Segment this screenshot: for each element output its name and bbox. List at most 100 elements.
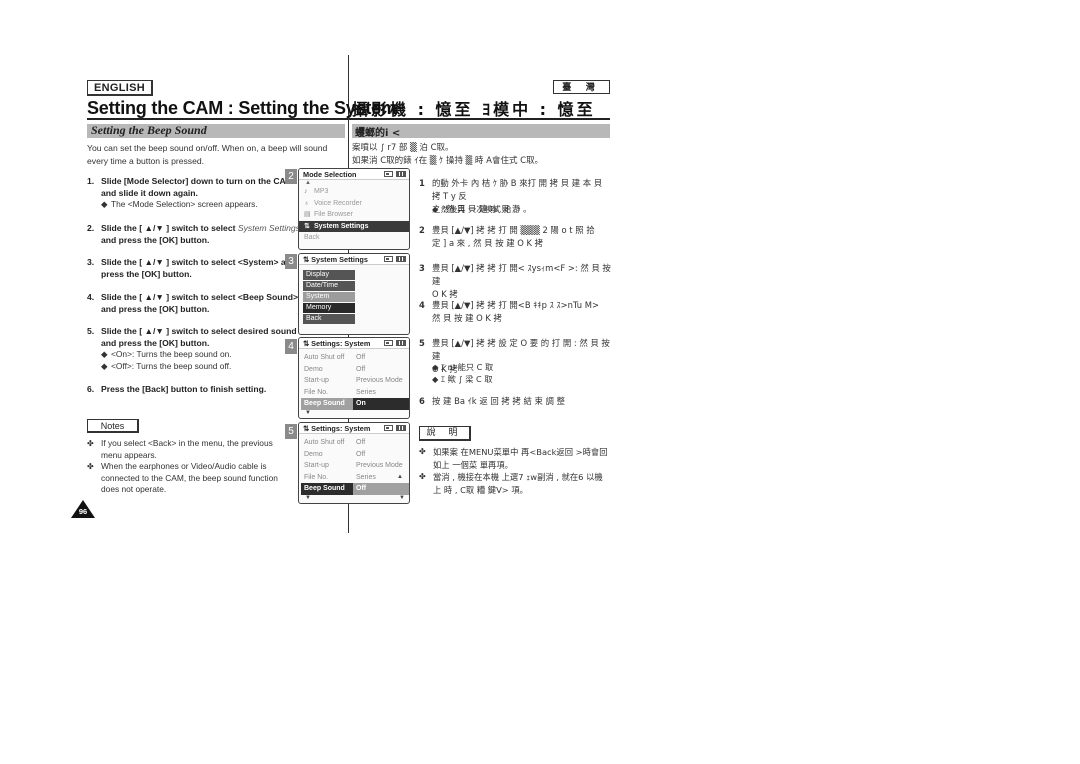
step-5-bullet-off-chinese: ◆ ｴ 歟 ∫ 梁 C 取 (432, 374, 493, 384)
step-text: Press the [Back] button to finish settin… (101, 384, 267, 394)
step-text: Slide the [ ▲/▼ ] switch to select Syste… (101, 223, 300, 245)
step-3-chinese: 3 豊貝 [▲/▼] 拷 拷 打 開< ｽysｨm<F >: 然 貝 按 建 O… (419, 263, 611, 299)
diamond-bullet-icon: ◆ (432, 362, 441, 372)
step-2-chinese: 2 豊貝 [▲/▼] 拷 拷 打 開 ▒▒▒ 2 陽 o t 照 拾 定 ] a… (419, 225, 595, 248)
clover-bullet-icon: ✤ (419, 472, 426, 481)
screen-number-badge: 5 (285, 424, 297, 439)
notes-list: ✤ If you select <Back> in the menu, the p… (87, 438, 287, 496)
screen-header: ⇅ System Settings (299, 254, 409, 265)
notes-label: Notes (87, 419, 139, 433)
screen-title: Settings: System (311, 339, 371, 348)
notes-label-chinese: 說 明 (419, 426, 471, 441)
step-1-bullet: ◆ The <Mode Selection> screen appears. (101, 199, 258, 209)
step-5-bullet-on-chinese: ◆ ｴ nl 能只 C 取 (432, 362, 494, 372)
setting-row-start-up: Start-up Previous Mode (304, 377, 403, 384)
note-item: ✤ When the earphones or Video/Audio cable… (87, 461, 278, 494)
memory-card-icon (384, 171, 393, 177)
notes-list-chinese: ✤ 如果案 在MENU菜單中 再<Back返回 >時會回 如上 一個菜 單再項｡ … (419, 446, 611, 496)
step-6-chinese: 6 按 建 Ba ｲk 返 回 拷 拷 結 束 調 整 (419, 396, 565, 406)
section-heading-chinese: 蠼螂的i < (352, 124, 610, 139)
title-rule (87, 118, 348, 120)
step-number: 1. (87, 176, 95, 186)
page-number: 96 (78, 507, 88, 516)
menu-item-system-settings: ⇅ System Settings (299, 220, 409, 232)
step-number: 2. (87, 223, 95, 233)
clover-bullet-icon: ✤ (87, 462, 94, 471)
music-note-icon: ♪ (304, 188, 308, 195)
setting-row-start-up: Start-up Previous Mode (304, 462, 403, 469)
step-number: 3. (87, 257, 95, 267)
intro-paragraph: You can set the beep sound on/off. When … (87, 143, 328, 166)
device-screen-settings-system-off: ⇅ Settings: System Auto Shut off Off Demo… (298, 422, 410, 504)
step-text: Slide the [ ▲/▼ ] switch to select <Beep… (101, 292, 299, 314)
diamond-bullet-icon: ◆ (101, 349, 108, 359)
section-title: Setting the Beep Sound (91, 123, 207, 137)
title-rule (349, 118, 610, 120)
memory-card-icon (384, 340, 393, 346)
screen-title: Mode Selection (303, 170, 357, 179)
battery-icon (396, 256, 406, 262)
menu-item-file-browser: ▤ File Browser (299, 209, 409, 221)
battery-icon (396, 425, 406, 431)
setting-row-file-no: File No. Series ▲ (299, 472, 409, 484)
setting-row-file-no: File No. Series (304, 388, 376, 396)
memory-card-icon (384, 256, 393, 262)
diamond-bullet-icon: ◆ (101, 361, 108, 371)
menu-item-memory: Memory (303, 303, 355, 313)
menu-item-back: Back (304, 234, 320, 241)
settings-icon: ⇅ (304, 222, 310, 230)
screen-header: ⇅ Settings: System (299, 338, 409, 349)
screen-header: Mode Selection (299, 169, 409, 180)
step-1-bullet-chinese: ◆ 然後再 一次模式 拾 (432, 204, 512, 214)
step-5-bullet-on: ◆ <On>: Turns the beep sound on. (101, 349, 232, 359)
step-number: 5. (87, 326, 95, 336)
settings-icon: ⇅ (303, 424, 312, 433)
scroll-up-icon: ▲ (397, 473, 403, 480)
scroll-down-icon: ▼ (305, 409, 311, 416)
diamond-bullet-icon: ◆ (432, 374, 441, 384)
screen-number-badge: 2 (285, 169, 297, 184)
page-title: Setting the CAM : Setting the System (87, 98, 397, 118)
page-title-chinese: 攝影機 : 憶至 ﾖ模中 : 憶至 (352, 100, 596, 119)
screen-number-badge: 4 (285, 339, 297, 354)
device-screen-mode-selection: Mode Selection ▲ ♪ MP3 ♁ Voice Recorder ▤ F… (298, 168, 410, 250)
section-title-chinese: 蠼螂的i < (355, 128, 401, 139)
screen-title: Settings: System (311, 424, 371, 433)
menu-item-display: Display (303, 270, 355, 280)
screen-title: System Settings (311, 255, 368, 264)
note-item: ✤ 當消 , 機接在本機 上選7 ｪw副消 , 就在6 以機 上 時 , C取 糟… (419, 472, 603, 495)
note-item: ✤ 如果案 在MENU菜單中 再<Back返回 >時會回 如上 一個菜 單再項｡ (419, 447, 608, 470)
step-5-bullet-off: ◆ <Off>: Turns the beep sound off. (101, 361, 232, 371)
menu-item-voice-recorder: ♁ Voice Recorder (299, 198, 409, 210)
menu-item-back: Back (303, 314, 355, 324)
step-text: Slide the [ ▲/▼ ] switch to select <Syst… (101, 257, 297, 279)
clover-bullet-icon: ✤ (419, 447, 426, 456)
settings-icon: ⇅ (303, 339, 312, 348)
step-text: Slide [Mode Selector] down to turn on th… (101, 176, 293, 198)
menu-item-system: System (303, 292, 355, 302)
language-tag-taiwan: 臺 灣 (553, 80, 610, 94)
setting-row-demo: Demo Off (304, 365, 366, 373)
screen-header: ⇅ Settings: System (299, 423, 409, 434)
device-screen-system-settings: ⇅ System Settings Display Date/Time Syst… (298, 253, 410, 335)
note-item: ✤ If you select <Back> in the menu, the p… (87, 438, 273, 460)
clover-bullet-icon: ✤ (87, 439, 94, 448)
language-tag-english: ENGLISH (87, 80, 153, 96)
diamond-bullet-icon: ◆ (101, 199, 108, 209)
diamond-bullet-icon: ◆ (432, 204, 441, 214)
step-text: Slide the [ ▲/▼ ] switch to select desir… (101, 326, 297, 348)
microphone-icon: ♁ (304, 199, 310, 207)
setting-row-demo: Demo Off (304, 450, 366, 458)
step-number: 6. (87, 384, 95, 394)
setting-row-beep-sound: Beep Sound On (299, 398, 409, 410)
setting-row-beep-sound: Beep Sound Off (299, 483, 409, 495)
menu-item-mp3: ♪ MP3 (299, 186, 409, 198)
menu-item-date-time: Date/Time (303, 281, 355, 291)
device-screen-settings-system-on: ⇅ Settings: System Auto Shut off Off Demo… (298, 337, 410, 419)
memory-card-icon (384, 425, 393, 431)
battery-icon (396, 340, 406, 346)
step-4-chinese: 4 豊貝 [▲/▼] 拷 拷 打 開<B ｷｷp ｽ ｽ>nTu M> 然 貝 … (419, 300, 599, 323)
setting-row-auto-shut-off: Auto Shut off Off (304, 439, 366, 446)
section-heading: Setting the Beep Sound (87, 123, 345, 138)
intro-paragraph-chinese: 案噴以 ∫ r7 部 ▒ 泊 C取｡ 如果消 C取的錶 ｲ在 ▒ ｹ 操持 ▒ … (352, 143, 539, 166)
